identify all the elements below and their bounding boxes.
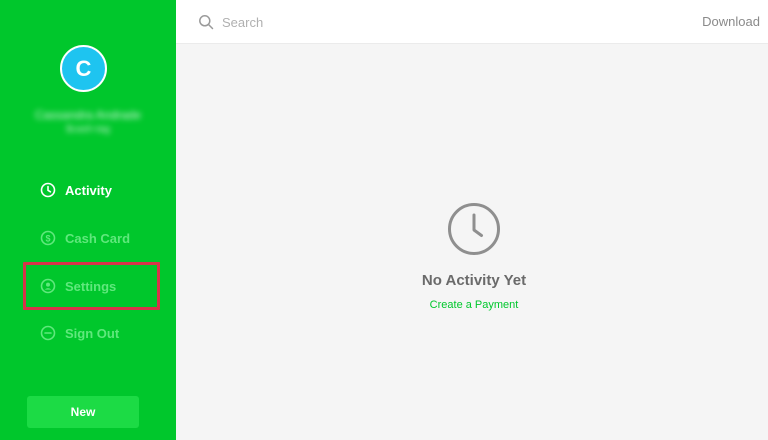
empty-state-title: No Activity Yet: [421, 272, 527, 289]
download-link[interactable]: Download: [702, 14, 760, 29]
user-cashtag: $cash-tag: [66, 124, 110, 135]
search-icon: [199, 15, 214, 30]
sidebar-item-sign-out[interactable]: Sign Out: [40, 323, 119, 343]
clock-icon: [448, 203, 500, 255]
user-name: Cassandra Andrade: [34, 108, 142, 122]
clock-icon: [40, 182, 56, 198]
sidebar: C Cassandra Andrade $cash-tag Activity $…: [0, 0, 176, 440]
sidebar-item-label: Activity: [65, 182, 112, 198]
sidebar-item-label: Sign Out: [65, 325, 120, 341]
svg-text:$: $: [45, 233, 50, 243]
sidebar-item-label: Cash Card: [65, 230, 131, 246]
sidebar-item-activity[interactable]: Activity: [40, 180, 112, 200]
avatar[interactable]: C: [60, 45, 107, 92]
dollar-circle-icon: $: [40, 230, 56, 246]
sidebar-item-cash-card[interactable]: $ Cash Card: [40, 228, 130, 248]
settings-highlight-box: [23, 262, 160, 310]
search-input[interactable]: [222, 12, 522, 32]
new-button[interactable]: New: [27, 396, 139, 428]
create-payment-link[interactable]: Create a Payment: [374, 299, 574, 311]
top-bar: Download: [176, 0, 768, 44]
minus-circle-icon: [40, 325, 56, 341]
